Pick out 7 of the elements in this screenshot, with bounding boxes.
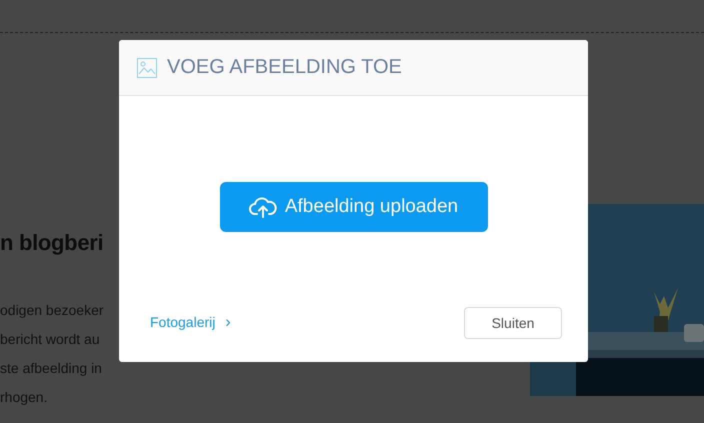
cloud-upload-icon xyxy=(248,195,277,219)
upload-button[interactable]: Afbeelding uploaden xyxy=(220,182,488,232)
page-heading: n blogberi xyxy=(0,229,104,257)
gallery-link[interactable]: Fotogalerij › xyxy=(150,314,231,332)
close-button[interactable]: Sluiten xyxy=(464,307,562,339)
image-icon xyxy=(137,58,157,78)
dialog-title: VOEG AFBEELDING TOE xyxy=(167,56,402,79)
